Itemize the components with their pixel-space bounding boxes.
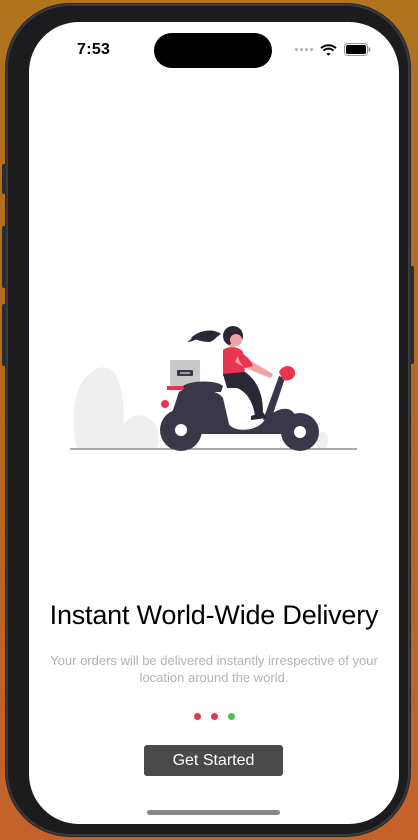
status-icons xyxy=(295,43,371,56)
volume-up-button xyxy=(2,226,6,288)
onboarding-title: Instant World-Wide Delivery xyxy=(49,600,379,630)
page-dot-3-active[interactable] xyxy=(227,713,235,720)
mute-switch xyxy=(2,164,6,194)
delivery-scooter-illustration xyxy=(70,326,357,451)
front-wheel xyxy=(281,413,319,451)
cellular-signal-icon xyxy=(295,48,313,51)
home-indicator[interactable] xyxy=(147,810,280,815)
get-started-button[interactable]: Get Started xyxy=(144,745,283,776)
dynamic-island xyxy=(154,33,272,68)
power-button xyxy=(410,266,414,364)
status-time: 7:53 xyxy=(77,41,111,58)
page-dot-2[interactable] xyxy=(210,713,218,720)
page-indicator[interactable] xyxy=(29,713,399,720)
battery-icon xyxy=(344,43,371,56)
wifi-icon xyxy=(320,43,337,56)
phone-frame: 7:53 Instant World-Wide Delivery Your or… xyxy=(2,4,414,836)
volume-down-button xyxy=(2,304,6,366)
app-screen: 7:53 Instant World-Wide Delivery Your or… xyxy=(29,22,399,824)
page-dot-1[interactable] xyxy=(193,713,201,720)
rear-wheel xyxy=(160,409,202,451)
onboarding-subtitle: Your orders will be delivered instantly … xyxy=(50,653,378,685)
